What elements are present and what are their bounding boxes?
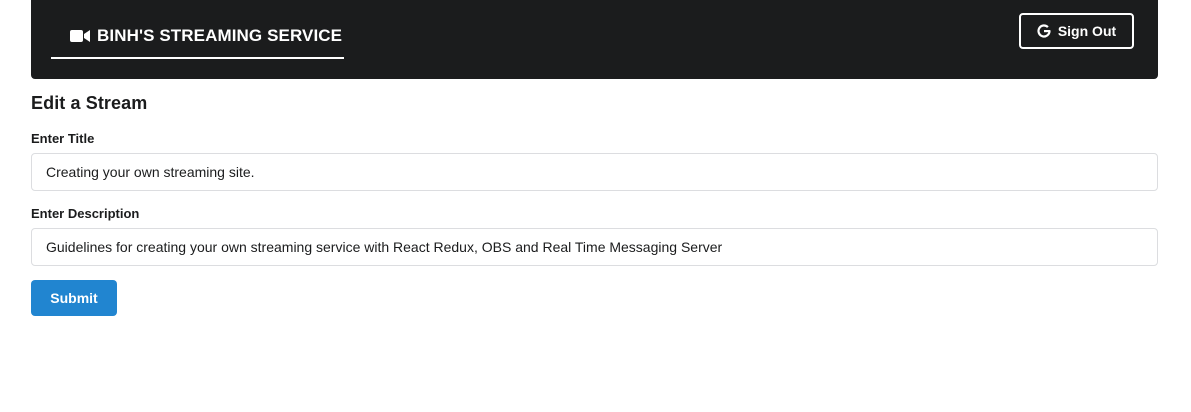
page-title: Edit a Stream (31, 93, 148, 113)
submit-button[interactable]: Submit (31, 280, 117, 316)
sign-out-label: Sign Out (1057, 23, 1117, 39)
brand-title: BINH'S STREAMING SERVICE (97, 25, 343, 45)
video-camera-icon (70, 29, 90, 43)
brand-link[interactable]: BINH'S STREAMING SERVICE (51, 0, 344, 59)
title-input[interactable] (31, 153, 1158, 191)
top-navbar: BINH'S STREAMING SERVICE Sign Out (31, 0, 1158, 79)
sign-out-button[interactable]: Sign Out (1019, 13, 1134, 49)
description-input[interactable] (31, 228, 1158, 266)
title-label: Enter Title (31, 131, 95, 146)
description-label: Enter Description (31, 206, 140, 221)
google-icon (1037, 24, 1051, 38)
